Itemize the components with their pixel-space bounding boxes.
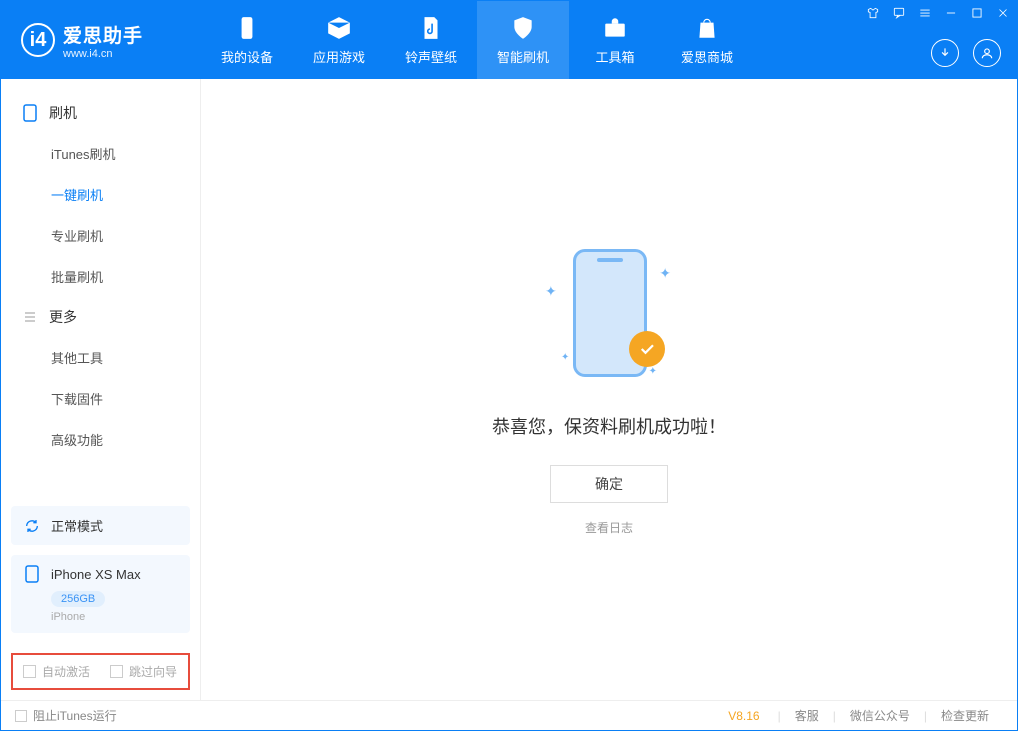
phone-outline-icon [21,104,39,122]
toolbox-icon [602,15,628,41]
sidebar-item-itunes-flash[interactable]: iTunes刷机 [1,133,200,174]
footer-link-wechat[interactable]: 微信公众号 [836,707,924,724]
tab-label: 工具箱 [595,47,634,66]
footer-link-support[interactable]: 客服 [781,707,833,724]
sidebar-item-pro-flash[interactable]: 专业刷机 [1,215,200,256]
sparkle-icon: ✦ [659,265,671,282]
sidebar-item-other-tools[interactable]: 其他工具 [1,337,200,378]
mode-label: 正常模式 [51,516,103,535]
sidebar: 刷机 iTunes刷机 一键刷机 专业刷机 批量刷机 更多 其他工具 下载固件 … [1,79,201,700]
logo-area: i4 爱思助手 www.i4.cn [1,21,201,60]
group-title-label: 更多 [49,307,77,327]
nav-tabs: 我的设备 应用游戏 铃声壁纸 智能刷机 工具箱 爱思商城 [201,1,753,79]
checkbox-icon [23,665,36,678]
block-itunes-checkbox[interactable]: 阻止iTunes运行 [15,707,117,724]
tab-apps-games[interactable]: 应用游戏 [293,1,385,79]
sparkle-icon: ✦ [545,283,557,300]
list-icon [21,308,39,326]
main-content: ✦ ✦ ✦ ✦ 恭喜您，保资料刷机成功啦！ 确定 查看日志 [201,79,1017,700]
sidebar-item-oneclick-flash[interactable]: 一键刷机 [1,174,200,215]
tab-ringtones-wallpapers[interactable]: 铃声壁纸 [385,1,477,79]
menu-icon[interactable] [917,5,933,21]
app-body: 刷机 iTunes刷机 一键刷机 专业刷机 批量刷机 更多 其他工具 下载固件 … [1,79,1017,700]
checkbox-icon [110,665,123,678]
auto-activate-checkbox[interactable]: 自动激活 [23,663,90,680]
tab-label: 智能刷机 [497,47,549,66]
device-name: iPhone XS Max [51,567,141,582]
sidebar-item-batch-flash[interactable]: 批量刷机 [1,256,200,297]
window-controls [865,5,1011,21]
maximize-button[interactable] [969,5,985,21]
checkbox-icon [15,710,27,722]
skin-icon[interactable] [865,5,881,21]
app-title: 爱思助手 [63,21,143,48]
sync-icon [23,517,41,535]
cube-icon [326,15,352,41]
tab-toolbox[interactable]: 工具箱 [569,1,661,79]
device-storage-badge: 256GB [51,591,105,607]
tab-my-device[interactable]: 我的设备 [201,1,293,79]
sidebar-item-advanced[interactable]: 高级功能 [1,419,200,460]
minimize-button[interactable] [943,5,959,21]
logo-text: 爱思助手 www.i4.cn [63,21,143,60]
sidebar-group-more: 更多 [1,297,200,337]
version-label: V8.16 [728,709,759,723]
flash-options-row: 自动激活 跳过向导 [11,653,190,690]
checkbox-label: 跳过向导 [129,663,177,680]
status-bar: 阻止iTunes运行 V8.16 | 客服 | 微信公众号 | 检查更新 [1,700,1017,730]
sidebar-group-flash: 刷机 [1,93,200,133]
checkbox-label: 自动激活 [42,663,90,680]
close-button[interactable] [995,5,1011,21]
phone-icon [234,15,260,41]
app-subtitle: www.i4.cn [63,48,143,60]
sparkle-icon: ✦ [561,352,569,363]
tab-label: 铃声壁纸 [405,47,457,66]
shield-refresh-icon [510,15,536,41]
device-type: iPhone [51,611,178,623]
account-button[interactable] [973,39,1001,67]
download-button[interactable] [931,39,959,67]
header-actions [931,39,1001,67]
success-message: 恭喜您，保资料刷机成功啦！ [492,413,726,439]
ok-button[interactable]: 确定 [550,465,668,503]
view-log-link[interactable]: 查看日志 [585,519,633,536]
app-header: i4 爱思助手 www.i4.cn 我的设备 应用游戏 铃声壁纸 智能刷机 工具… [1,1,1017,79]
check-badge-icon [629,331,665,367]
device-icon [23,565,41,583]
checkbox-label: 阻止iTunes运行 [33,707,117,724]
tab-label: 我的设备 [221,47,273,66]
device-mode-box[interactable]: 正常模式 [11,506,190,545]
tab-label: 爱思商城 [681,47,733,66]
tab-label: 应用游戏 [313,47,365,66]
music-file-icon [418,15,444,41]
sparkle-icon: ✦ [649,366,657,377]
success-illustration: ✦ ✦ ✦ ✦ [549,243,669,383]
feedback-icon[interactable] [891,5,907,21]
group-title-label: 刷机 [49,103,77,123]
sidebar-content: 刷机 iTunes刷机 一键刷机 专业刷机 批量刷机 更多 其他工具 下载固件 … [1,79,200,496]
skip-guide-checkbox[interactable]: 跳过向导 [110,663,177,680]
device-info-box[interactable]: iPhone XS Max 256GB iPhone [11,555,190,633]
footer-right: V8.16 | 客服 | 微信公众号 | 检查更新 [728,707,1003,724]
tab-smart-flash[interactable]: 智能刷机 [477,1,569,79]
sidebar-bottom: 正常模式 iPhone XS Max 256GB iPhone [1,496,200,643]
sidebar-item-download-firmware[interactable]: 下载固件 [1,378,200,419]
tab-store[interactable]: 爱思商城 [661,1,753,79]
shopping-bag-icon [694,15,720,41]
app-logo-icon: i4 [21,23,55,57]
footer-link-update[interactable]: 检查更新 [927,707,1003,724]
